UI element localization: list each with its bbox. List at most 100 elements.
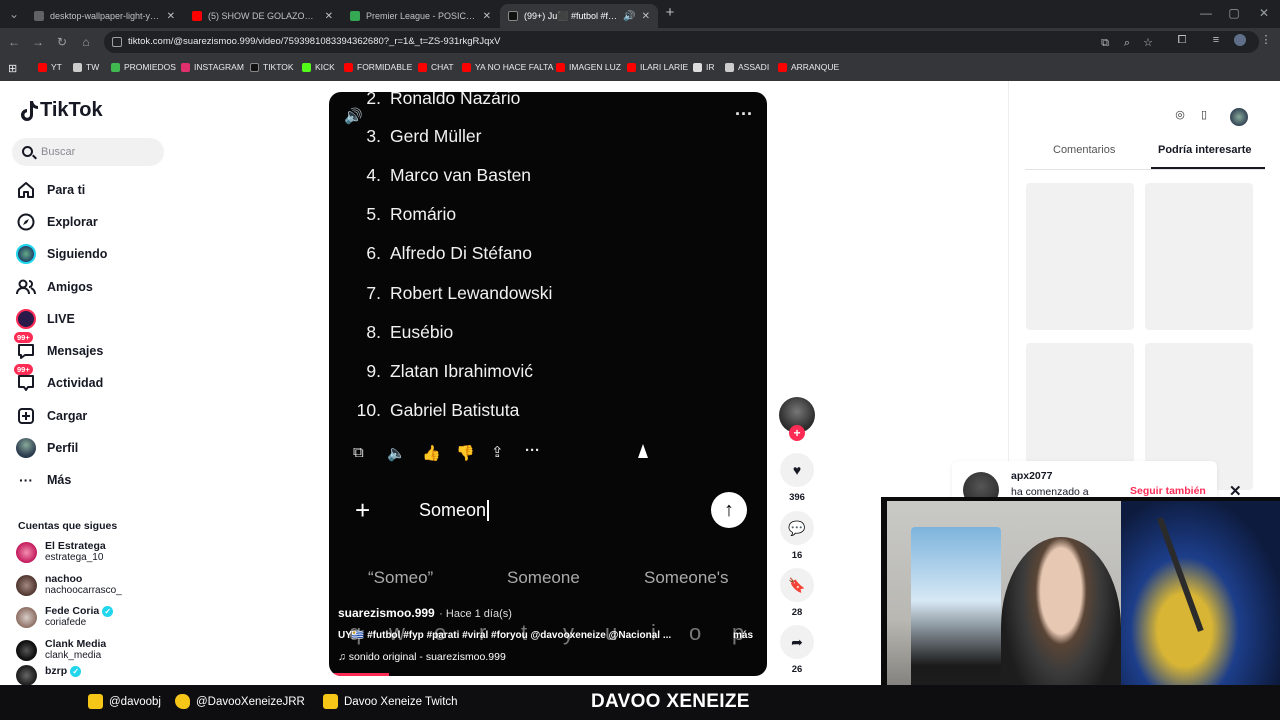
video-progress-bar[interactable] <box>329 673 389 676</box>
bookmark-promiedos[interactable]: PROMIEDOS <box>111 62 176 72</box>
tab-close-icon[interactable]: ✕ <box>325 11 333 22</box>
rank-player: Marco van Basten <box>390 165 532 185</box>
nav-item-live[interactable]: LIVE <box>16 307 75 331</box>
description-more-link[interactable]: más <box>733 630 753 641</box>
nav-item-explorar[interactable]: Explorar <box>16 210 98 234</box>
profile-avatar-icon <box>16 438 36 458</box>
following-account[interactable]: bzrp ✓ <box>16 665 82 685</box>
bookmark-label: TW <box>86 62 100 72</box>
following-account[interactable]: Clank Media clank_media <box>16 636 106 664</box>
bookmark-icon[interactable]: 🔖 <box>780 568 814 602</box>
messages-icon: 99+ <box>14 332 36 361</box>
nav-item-cargar[interactable]: Cargar <box>16 404 87 428</box>
minimize-icon[interactable]: — <box>1198 5 1214 21</box>
search-input[interactable]: Buscar <box>12 138 164 166</box>
address-bar[interactable]: tiktok.com/@suarezismoo.999/video/759398… <box>104 31 1259 53</box>
bookmark-arranque[interactable]: ARRANQUE <box>778 62 839 72</box>
youtube-icon <box>38 62 47 72</box>
bookmark-imagen-luz[interactable]: IMAGEN LUZ <box>556 62 621 72</box>
mobile-icon[interactable]: ▯ <box>1197 108 1211 122</box>
extensions-icon[interactable]: ⧠ <box>1176 34 1188 46</box>
window-close-icon[interactable]: ✕ <box>1256 5 1272 21</box>
volume-icon[interactable]: 🔊 <box>344 107 363 125</box>
bookmark-instagram[interactable]: INSTAGRAM <box>181 62 244 72</box>
nav-item-mas[interactable]: ··· Más <box>16 468 71 492</box>
profile-icon[interactable] <box>1234 34 1246 46</box>
video-player[interactable]: 🔊 ··· 2. Ronaldo Nazário 3. Gerd Müller 4.… <box>329 92 767 676</box>
tab-close-icon[interactable]: ✕ <box>167 11 175 22</box>
browser-tab[interactable]: desktop-wallpaper-light-yellow... ✕ <box>26 4 183 28</box>
sound-label: sonido original - suarezismoo.999 <box>348 651 506 663</box>
apps-icon[interactable]: ⊞ <box>8 62 17 75</box>
tiktok-logo[interactable]: TikTok <box>18 99 103 122</box>
menu-icon[interactable]: ⋮ <box>1260 34 1272 46</box>
notification-user[interactable]: apx2077 <box>1011 470 1052 482</box>
heart-icon[interactable]: ♥ <box>780 453 814 487</box>
tab-comentarios[interactable]: Comentarios <box>1053 144 1115 156</box>
keyboard-suggestion: “Someo” <box>368 568 434 587</box>
tab-search-icon[interactable]: ⌄ <box>6 6 22 22</box>
rank-player: Gerd Müller <box>390 126 482 146</box>
video-sound[interactable]: ♫ sonido original - suarezismoo.999 <box>338 651 506 663</box>
tab-close-icon[interactable]: ✕ <box>483 11 491 22</box>
video-author[interactable]: suarezismoo.999 <box>338 606 435 620</box>
video-more-icon[interactable]: ··· <box>735 104 753 125</box>
bookmark-label: IMAGEN LUZ <box>569 62 621 72</box>
tab-audio-icon[interactable]: 🔊 <box>623 11 635 22</box>
compass-small-icon[interactable]: ◎ <box>1173 108 1187 122</box>
suggested-video-placeholder[interactable] <box>1026 183 1134 330</box>
comment-icon[interactable]: 💬 <box>780 511 814 545</box>
nav-item-amigos[interactable]: Amigos <box>16 275 93 299</box>
share-arrow-icon[interactable]: ➦ <box>780 625 814 659</box>
tab-podria-interesarte[interactable]: Podría interesarte <box>1158 144 1252 156</box>
browser-tab-active[interactable]: (99+) Ju⬛ #futbol #fyp #pa... 🔊 ✕ <box>500 4 658 28</box>
bookmark-ilari-larie[interactable]: ILARI LARIE <box>627 62 688 72</box>
comment-action[interactable]: 💬 16 <box>780 511 814 561</box>
install-app-icon[interactable]: ⧉ <box>1099 37 1111 49</box>
maximize-icon[interactable]: ▢ <box>1226 5 1242 21</box>
nav-item-actividad[interactable]: 99+ Actividad <box>14 364 104 395</box>
nav-item-siguiendo[interactable]: Siguiendo <box>16 242 107 266</box>
composer: + Someon ↑ <box>345 490 755 532</box>
tab-close-icon[interactable]: ✕ <box>642 11 650 22</box>
bookmark-tw[interactable]: TW <box>73 62 99 72</box>
nav-label: Actividad <box>47 376 104 390</box>
youtube-icon <box>344 62 353 72</box>
bookmark-star-icon[interactable]: ☆ <box>1142 37 1154 49</box>
new-tab-button[interactable]: + <box>662 5 678 21</box>
bookmark-yt[interactable]: YT <box>38 62 62 72</box>
browser-tab[interactable]: Premier League - POSICIONES... ✕ <box>342 4 499 28</box>
browser-tab[interactable]: (5) SHOW DE GOLAZOS Y PALL... ✕ <box>184 4 341 28</box>
site-info-icon[interactable] <box>112 37 122 47</box>
following-account[interactable]: El Estratega estratega_10 <box>16 538 106 566</box>
following-account[interactable]: nachoo nachoocarrasco_ <box>16 571 122 599</box>
share-action[interactable]: ➦ 26 <box>780 625 814 675</box>
twitch-icon <box>323 694 338 709</box>
user-avatar[interactable] <box>1230 108 1248 126</box>
bookmark-assadi[interactable]: ASSADI <box>725 62 769 72</box>
suggested-video-placeholder[interactable] <box>1145 183 1253 330</box>
like-action[interactable]: ♥ 396 <box>780 453 814 503</box>
bookmark-ya-no-hace-falta[interactable]: YA NO HACE FALTA <box>462 62 553 72</box>
bookmark-kick[interactable]: KICK <box>302 62 335 72</box>
zoom-icon[interactable]: ⌕ <box>1121 37 1133 49</box>
video-meta: suarezismoo.999 · Hace 1 día(s) UY🇺🇾 #fu… <box>338 604 758 663</box>
bookmark-formidable[interactable]: FORMIDABLE <box>344 62 412 72</box>
back-icon[interactable]: ← <box>6 34 22 50</box>
bookmark-tiktok[interactable]: TIKTOK <box>250 62 294 72</box>
nav-item-perfil[interactable]: Perfil <box>16 436 78 460</box>
youtube-favicon-icon <box>192 11 202 21</box>
nav-item-para-ti[interactable]: Para ti <box>16 178 85 202</box>
home-icon <box>16 180 36 200</box>
nav-item-mensajes[interactable]: 99+ Mensajes <box>14 332 103 363</box>
forward-icon[interactable]: → <box>30 34 46 50</box>
follow-back-button[interactable]: Seguir también <box>1130 485 1206 497</box>
bookmark-chat[interactable]: CHAT <box>418 62 454 72</box>
home-icon[interactable]: ⌂ <box>78 34 94 50</box>
reading-list-icon[interactable]: ≡ <box>1210 34 1222 46</box>
save-action[interactable]: 🔖 28 <box>780 568 814 618</box>
bookmark-ir[interactable]: IR <box>693 62 715 72</box>
reload-icon[interactable]: ↻ <box>54 34 70 50</box>
follow-plus-button[interactable]: + <box>789 425 805 441</box>
following-account[interactable]: Fede Coria ✓ coriafede <box>16 603 114 631</box>
